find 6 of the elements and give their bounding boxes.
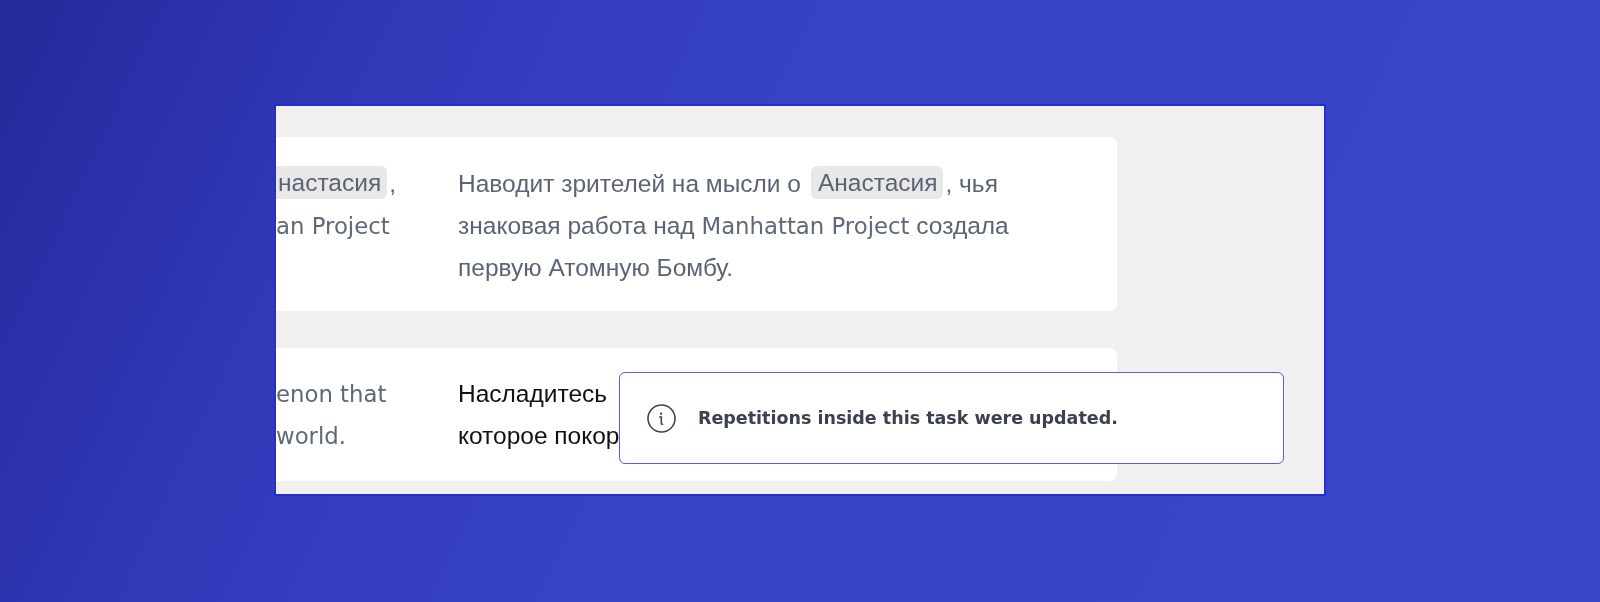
translation-text: Наводит зрителей на мысли о Анастасия , чья знаковая работа над Manhattan Project создала первую Атомную Бомбу.: [458, 163, 1009, 289]
source-text: настасия , an Project: [276, 163, 396, 247]
info-icon: [647, 403, 676, 433]
notification-message: Repetitions inside this task were updated.: [698, 408, 1118, 428]
translation-text: Насладитесь которое покор: [458, 379, 620, 451]
source-text: enon that world.: [276, 380, 387, 451]
